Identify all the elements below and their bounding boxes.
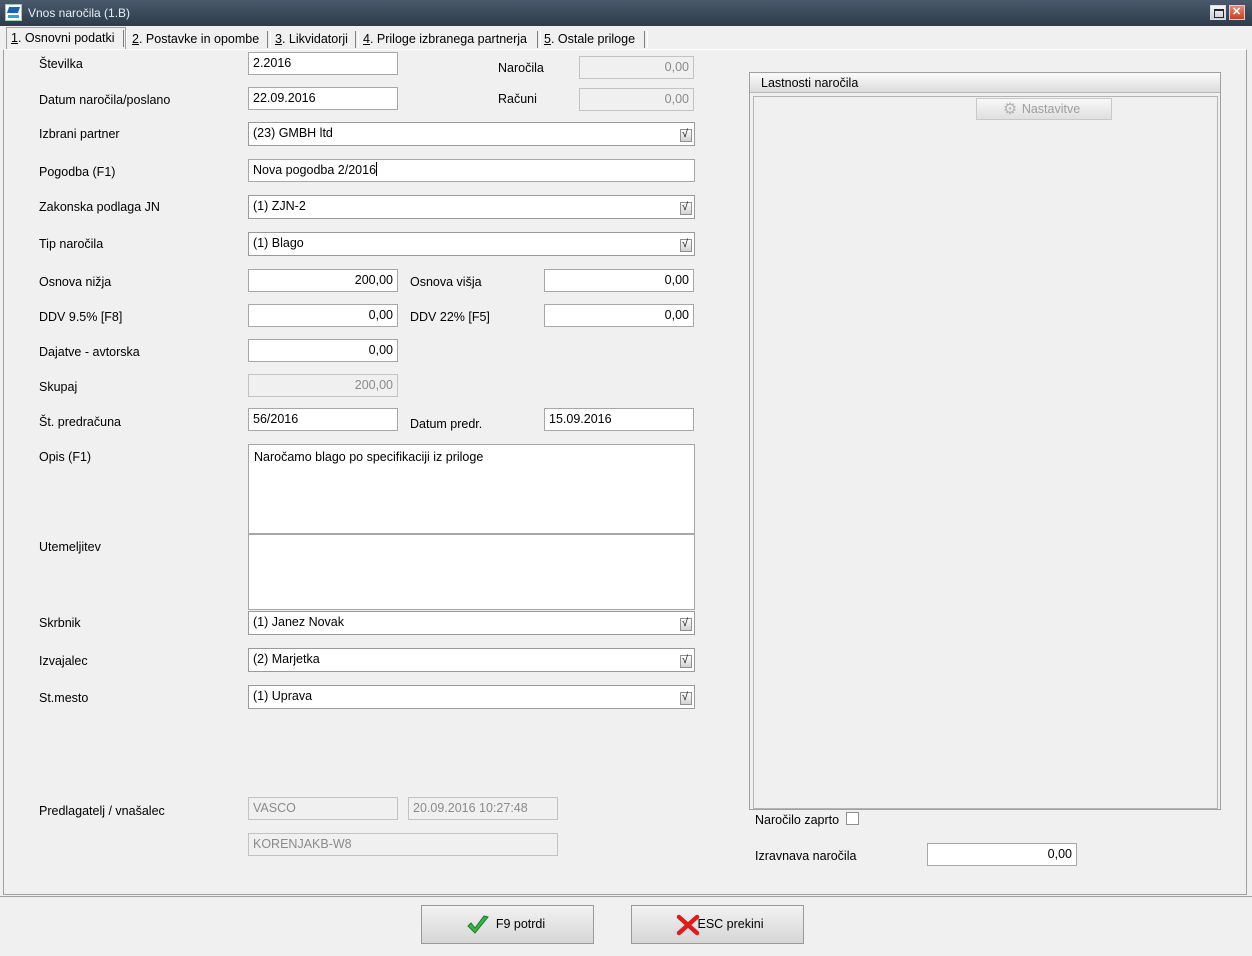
tab-hotkey: 3 — [275, 32, 282, 46]
osnova-nizja-label: Osnova nižja — [39, 275, 112, 289]
zakonska-value: (1) ZJN-2 — [253, 199, 306, 213]
tab-likvidatorji[interactable]: 3. Likvidatorji — [271, 29, 359, 49]
close-button[interactable] — [1229, 5, 1245, 20]
izravnava-label: Izravnava naročila — [755, 849, 857, 863]
osnova-visja-label: Osnova višja — [410, 275, 482, 289]
lastnosti-narocila-panel: Lastnosti naročila — [749, 72, 1221, 810]
partner-label: Izbrani partner — [39, 127, 120, 141]
tip-label: Tip naročila — [39, 237, 104, 251]
izravnava-input[interactable]: 0,00 — [927, 843, 1077, 866]
stevilka-label: Številka — [39, 57, 83, 71]
utemeljitev-label: Utemeljitev — [39, 540, 101, 554]
tip-value: (1) Blago — [253, 236, 304, 250]
narocilo-zaprto-checkbox[interactable] — [846, 812, 859, 825]
tab-label: . Likvidatorji — [281, 32, 348, 46]
tab-hotkey: 2 — [132, 32, 139, 46]
narocilo-zaprto-label: Naročilo zaprto — [755, 813, 840, 827]
datum-predr-label: Datum predr. — [410, 417, 483, 431]
tab-osnovni-podatki[interactable]: 1. Osnovni podatki — [6, 27, 127, 50]
ddv95-input[interactable]: 0,00 — [248, 304, 398, 327]
ddv22-input[interactable]: 0,00 — [544, 304, 694, 327]
osnova-visja-input[interactable]: 0,00 — [544, 269, 694, 292]
dropdown-arrow-icon[interactable] — [680, 652, 692, 669]
tab-ostale-priloge[interactable]: 5. Ostale priloge — [540, 29, 648, 49]
racuni-label: Računi — [498, 92, 537, 106]
dajatve-input[interactable]: 0,00 — [248, 339, 398, 362]
partner-select[interactable]: (23) GMBH ltd — [248, 122, 695, 146]
tab-label: . Ostale priloge — [550, 32, 636, 46]
pogodba-value: Nova pogodba 2/2016 — [253, 163, 377, 177]
app-logo-icon — [5, 4, 22, 21]
lastnosti-body — [753, 96, 1218, 809]
stmesto-label: St.mesto — [39, 691, 89, 705]
osnova-nizja-input[interactable]: 200,00 — [248, 269, 398, 292]
tab-hotkey: 1 — [11, 31, 18, 45]
predlagatelj-timestamp-field: 20.09.2016 10:27:48 — [408, 797, 558, 820]
opis-textarea[interactable]: Naročamo blago po specifikaciji iz prilo… — [248, 444, 695, 534]
pogodba-label: Pogodba (F1) — [39, 165, 116, 179]
skrbnik-select[interactable]: (1) Janez Novak — [248, 611, 695, 635]
predlagatelj-label: Predlagatelj / vnašalec — [39, 804, 165, 818]
dropdown-arrow-icon[interactable] — [680, 126, 692, 143]
lastnosti-header: Lastnosti naročila — [750, 73, 1220, 93]
stmesto-select[interactable]: (1) Uprava — [248, 685, 695, 709]
zakonska-select[interactable]: (1) ZJN-2 — [248, 195, 695, 219]
ddv95-label: DDV 9.5% [F8] — [39, 310, 123, 324]
nastavitve-button[interactable]: ⚙ Nastavitve — [976, 98, 1112, 120]
racuni-field: 0,00 — [579, 88, 694, 111]
pogodba-input[interactable]: Nova pogodba 2/2016 — [248, 159, 695, 182]
narocila-label: Naročila — [498, 61, 544, 75]
datum-predr-input[interactable]: 15.09.2016 — [544, 408, 694, 431]
gear-icon: ⚙ — [1002, 101, 1018, 118]
predracun-label: Št. predračuna — [39, 415, 121, 429]
nastavitve-label: Nastavitve — [1021, 102, 1081, 116]
ddv22-label: DDV 22% [F5] — [410, 310, 490, 324]
izvajalec-label: Izvajalec — [39, 654, 88, 668]
zakonska-label: Zakonska podlaga JN — [39, 200, 160, 214]
checkmark-icon — [467, 915, 489, 934]
narocila-field: 0,00 — [579, 56, 694, 79]
cancel-button[interactable]: ESC prekini — [631, 905, 804, 944]
text-cursor — [376, 162, 378, 176]
tip-select[interactable]: (1) Blago — [248, 232, 695, 256]
maximize-button[interactable] — [1210, 5, 1226, 20]
bottom-button-bar — [0, 896, 1252, 956]
confirm-button[interactable]: F9 potrdi — [421, 905, 594, 944]
izvajalec-select[interactable]: (2) Marjetka — [248, 648, 695, 672]
tab-postavke[interactable]: 2. Postavke in opombe — [128, 29, 271, 49]
partner-value: (23) GMBH ltd — [253, 126, 333, 140]
datum-input[interactable]: 22.09.2016 — [248, 87, 398, 110]
izvajalec-value: (2) Marjetka — [253, 652, 320, 666]
predlagatelj-user-field: VASCO — [248, 797, 398, 820]
dropdown-arrow-icon[interactable] — [680, 236, 692, 253]
skrbnik-label: Skrbnik — [39, 616, 81, 630]
tab-hotkey: 5 — [544, 32, 551, 46]
opis-label: Opis (F1) — [39, 450, 92, 464]
window-title: Vnos naročila (1.B) — [28, 6, 131, 20]
skupaj-label: Skupaj — [39, 380, 78, 394]
tab-hotkey: 4 — [363, 32, 370, 46]
predlagatelj-computer-field: KORENJAKB-W8 — [248, 833, 558, 856]
dropdown-arrow-icon[interactable] — [680, 199, 692, 216]
predracun-input[interactable]: 56/2016 — [248, 408, 398, 431]
stmesto-value: (1) Uprava — [253, 689, 313, 703]
tab-label: . Priloge izbranega partnerja — [369, 32, 527, 46]
tab-label: . Osnovni podatki — [17, 31, 115, 45]
tab-priloge-partnerja[interactable]: 4. Priloge izbranega partnerja — [359, 29, 541, 49]
skrbnik-value: (1) Janez Novak — [253, 615, 345, 629]
datum-label: Datum naročila/poslano — [39, 93, 171, 107]
skupaj-field: 200,00 — [248, 374, 398, 397]
stevilka-input[interactable]: 2.2016 — [248, 52, 398, 75]
tab-label: . Postavke in opombe — [138, 32, 260, 46]
close-x-icon — [676, 914, 700, 936]
title-bar: Vnos naročila (1.B) — [0, 0, 1252, 26]
dajatve-label: Dajatve - avtorska — [39, 345, 140, 359]
utemeljitev-textarea[interactable] — [248, 534, 695, 610]
dropdown-arrow-icon[interactable] — [680, 615, 692, 632]
dropdown-arrow-icon[interactable] — [680, 689, 692, 706]
